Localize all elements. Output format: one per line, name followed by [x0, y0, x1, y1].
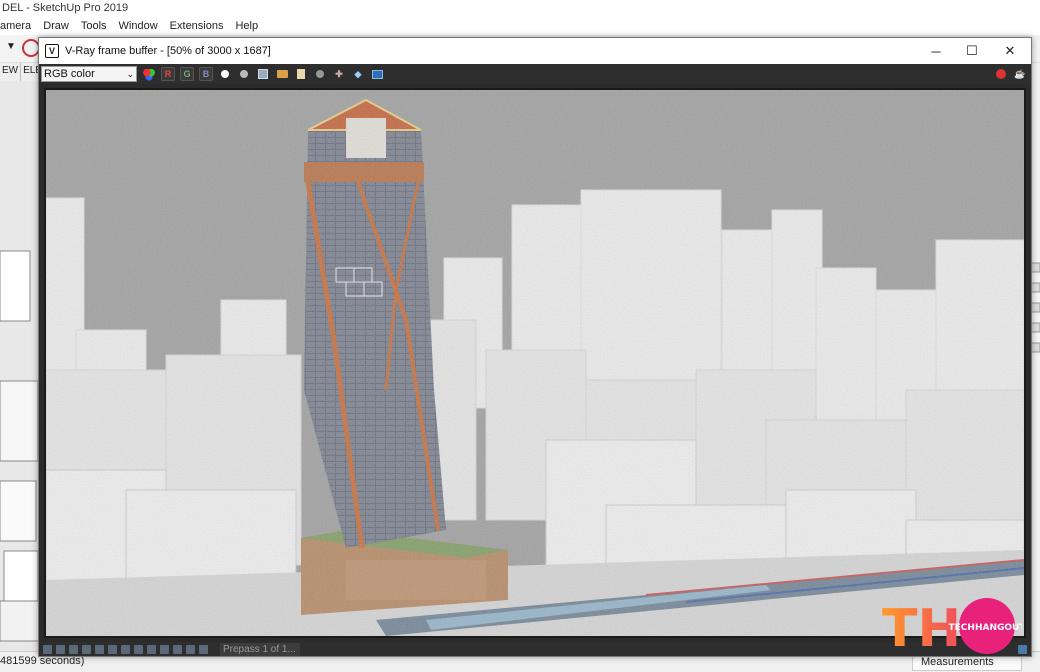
- exposure-icon[interactable]: [121, 644, 130, 654]
- green-channel-button[interactable]: G: [180, 67, 194, 81]
- app-title: DEL - SketchUp Pro 2019: [0, 0, 1040, 17]
- mono-circle-icon[interactable]: [237, 67, 251, 81]
- render-progress-status: Prepass 1 of 1...: [220, 642, 300, 656]
- render-viewport[interactable]: [44, 88, 1026, 638]
- menu-camera[interactable]: amera: [0, 20, 37, 32]
- vertical-split-icon[interactable]: [173, 644, 182, 654]
- flip-icon[interactable]: [186, 644, 195, 654]
- menu-help[interactable]: Help: [235, 20, 264, 32]
- menu-extensions[interactable]: Extensions: [170, 20, 230, 32]
- folder-icon[interactable]: [275, 67, 289, 81]
- vfb-titlebar[interactable]: V V-Ray frame buffer - [50% of 3000 x 16…: [39, 38, 1031, 64]
- channel-select[interactable]: RGB color ⌄: [41, 66, 137, 82]
- menu-draw[interactable]: Draw: [43, 20, 75, 32]
- maximize-button[interactable]: ☐: [953, 38, 991, 64]
- info-icon[interactable]: [199, 644, 208, 654]
- color-correction-icon[interactable]: [69, 644, 78, 654]
- toolbar-toggle-icon[interactable]: [43, 644, 52, 654]
- techhangout-watermark: THO TECHHANGOUT: [882, 596, 1026, 659]
- render-teapot-icon[interactable]: ☕: [1013, 67, 1027, 81]
- watermark-brand: TECHHANGOUT: [949, 623, 1022, 633]
- clear-image-icon[interactable]: [313, 67, 327, 81]
- white-circle-icon[interactable]: [218, 67, 232, 81]
- sketchup-viewport[interactable]: [0, 81, 42, 651]
- scene-tab[interactable]: EW: [0, 63, 22, 81]
- dropdown-arrow-icon[interactable]: ▼: [6, 41, 16, 52]
- horizontal-split-icon[interactable]: [160, 644, 169, 654]
- stop-render-icon[interactable]: [994, 67, 1008, 81]
- region-render-icon[interactable]: ✚: [332, 67, 346, 81]
- history-icon[interactable]: [370, 67, 384, 81]
- blue-channel-button[interactable]: B: [199, 67, 213, 81]
- link-icon[interactable]: [56, 644, 65, 654]
- red-channel-button[interactable]: R: [161, 67, 175, 81]
- render-image: [46, 90, 1024, 636]
- vray-logo-icon: V: [45, 44, 59, 58]
- color-channels-icon[interactable]: [142, 67, 156, 81]
- lens-effects-icon[interactable]: [82, 644, 91, 654]
- clipboard-icon[interactable]: [294, 67, 308, 81]
- channel-select-value: RGB color: [44, 68, 95, 80]
- levels-icon[interactable]: [108, 644, 117, 654]
- techhangout-logo: THO TECHHANGOUT: [882, 598, 1026, 659]
- minimize-button[interactable]: ─: [917, 38, 955, 64]
- menu-window[interactable]: Window: [119, 20, 164, 32]
- teapot-icon[interactable]: ◆: [351, 67, 365, 81]
- menu-tools[interactable]: Tools: [81, 20, 113, 32]
- history-panel-icon[interactable]: [147, 644, 156, 654]
- viewport-blocks: [0, 250, 41, 642]
- close-button[interactable]: ✕: [991, 38, 1029, 64]
- chevron-down-icon: ⌄: [126, 69, 134, 79]
- save-icon[interactable]: [256, 67, 270, 81]
- compare-icon[interactable]: [95, 644, 104, 654]
- settings-icon[interactable]: [134, 644, 143, 654]
- vfb-title: V-Ray frame buffer - [50% of 3000 x 1687…: [65, 45, 271, 57]
- vray-frame-buffer-window: V V-Ray frame buffer - [50% of 3000 x 16…: [38, 37, 1032, 657]
- vfb-toolbar: RGB color ⌄ R G B ✚ ◆ ☕: [39, 64, 1031, 84]
- menu-bar: amera Draw Tools Window Extensions Help: [0, 17, 1040, 35]
